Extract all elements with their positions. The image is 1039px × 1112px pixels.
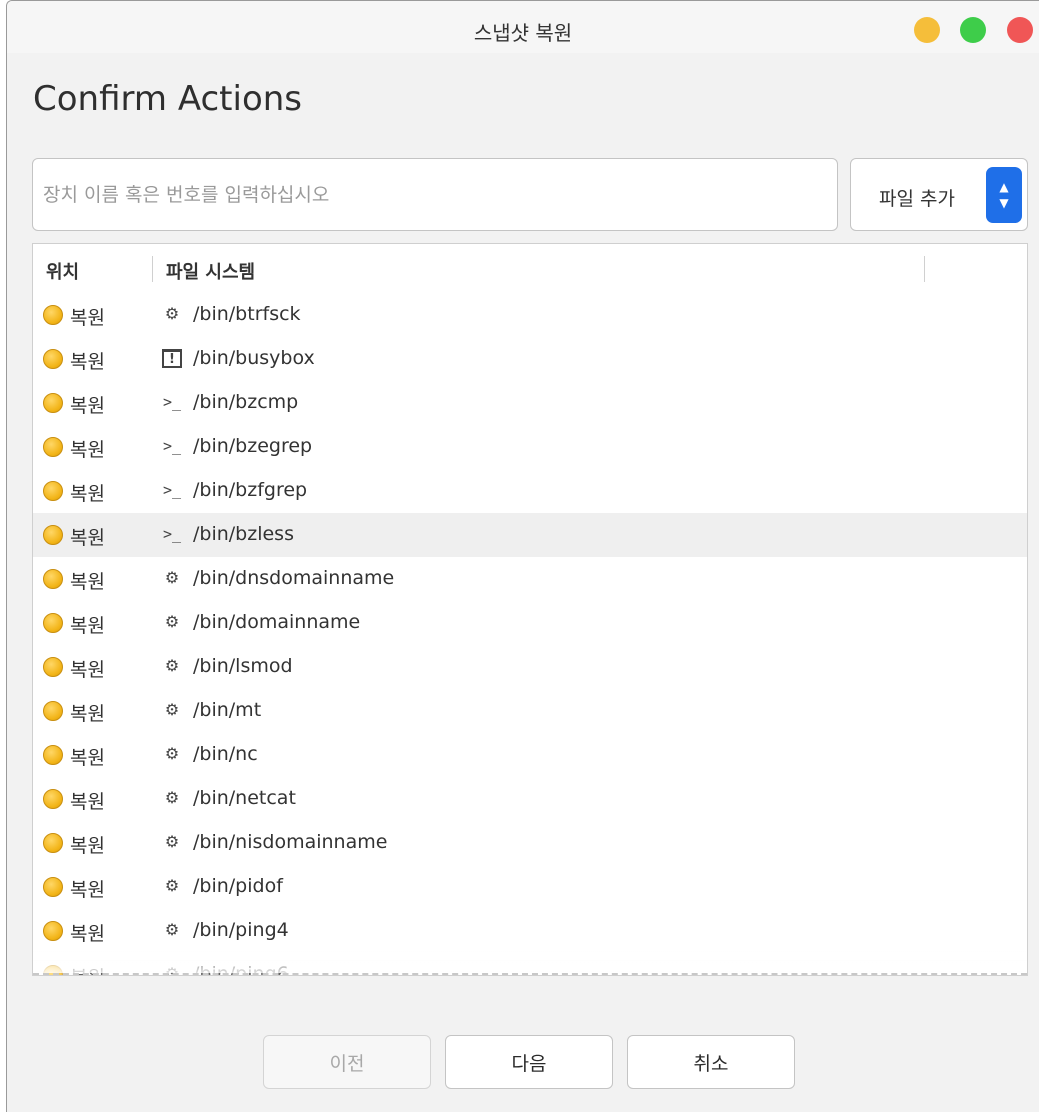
row-status: 복원	[70, 307, 105, 329]
table-row[interactable]: 복원 ⚙ /bin/nisdomainname	[33, 821, 1027, 865]
row-status: 복원	[70, 703, 105, 725]
terminal-icon: >_	[162, 393, 182, 411]
column-header-filesystem[interactable]: 파일 시스템	[166, 258, 255, 284]
row-status: 복원	[70, 615, 105, 637]
status-dot-icon	[43, 349, 63, 369]
add-file-label: 파일 추가	[879, 188, 955, 210]
status-dot-icon	[43, 833, 63, 853]
table-row[interactable]: 복원 ⚙ /bin/btrfsck	[33, 293, 1027, 337]
status-dot-icon	[43, 657, 63, 677]
status-dot-icon	[43, 525, 63, 545]
table-row[interactable]: 복원 ⚙ /bin/netcat	[33, 777, 1027, 821]
status-dot-icon	[43, 437, 63, 457]
warning-icon: !	[160, 345, 184, 371]
status-dot-icon	[43, 305, 63, 325]
gears-icon: ⚙	[164, 788, 180, 807]
gears-icon: ⚙	[164, 656, 180, 675]
table-row[interactable]: 복원 >_ /bin/bzcmp	[33, 381, 1027, 425]
table-row[interactable]: 복원 ⚙ /bin/pidof	[33, 865, 1027, 909]
row-status: 복원	[70, 351, 105, 373]
titlebar[interactable]: 스냅샷 복원	[7, 1, 1039, 53]
row-path: /bin/lsmod	[193, 655, 293, 677]
column-header-location[interactable]: 위치	[46, 258, 79, 284]
row-status: 복원	[70, 923, 105, 945]
table-row[interactable]: 복원 >_ /bin/bzegrep	[33, 425, 1027, 469]
row-path: /bin/busybox	[193, 347, 315, 369]
table-row[interactable]: 복원! /bin/busybox	[33, 337, 1027, 381]
row-path: /bin/bzless	[193, 523, 294, 545]
gears-icon: ⚙	[164, 612, 180, 631]
gears-icon: ⚙	[164, 832, 180, 851]
close-button[interactable]	[1007, 17, 1033, 43]
terminal-icon: >_	[162, 481, 182, 499]
row-status: 복원	[70, 439, 105, 461]
chevron-up-icon: ▲	[999, 180, 1009, 194]
row-path: /bin/bzfgrep	[193, 479, 308, 501]
status-dot-icon	[43, 921, 63, 941]
status-dot-icon	[43, 789, 63, 809]
maximize-button[interactable]	[960, 17, 986, 43]
row-path: /bin/btrfsck	[193, 303, 301, 325]
row-path: /bin/bzcmp	[193, 391, 299, 413]
column-divider	[924, 256, 925, 282]
next-button[interactable]: 다음	[445, 1035, 613, 1089]
chevron-down-icon: ▼	[999, 196, 1009, 210]
column-divider	[152, 256, 153, 282]
table-row[interactable]: 복원 ⚙ /bin/dnsdomainname	[33, 557, 1027, 601]
status-dot-icon	[43, 481, 63, 501]
row-path: /bin/netcat	[193, 787, 296, 809]
spinner-icon[interactable]: ▲ ▼	[986, 167, 1022, 223]
add-file-dropdown[interactable]: 파일 추가 ▲ ▼	[850, 158, 1028, 231]
row-path: /bin/nisdomainname	[193, 831, 388, 853]
row-path: /bin/pidof	[193, 875, 283, 897]
row-path: /bin/mt	[193, 699, 262, 721]
table-row[interactable]: 복원 ⚙ /bin/ping4	[33, 909, 1027, 953]
row-path: /bin/nc	[193, 743, 258, 765]
row-status: 복원	[70, 791, 105, 813]
page-title: Confirm Actions	[33, 79, 303, 119]
gears-icon: ⚙	[164, 304, 180, 323]
table-body: 복원 ⚙ /bin/btrfsck 복원! /bin/busybox 복원 >_ /bin/b…	[33, 293, 1027, 975]
cancel-button[interactable]: 취소	[627, 1035, 795, 1089]
status-dot-icon	[43, 393, 63, 413]
status-dot-icon	[43, 877, 63, 897]
row-status: 복원	[70, 747, 105, 769]
restore-snapshot-window: 스냅샷 복원 Confirm Actions 파일 추가 ▲ ▼ 위치 파일 시…	[6, 0, 1039, 1112]
row-status: 복원	[70, 835, 105, 857]
terminal-icon: >_	[162, 437, 182, 455]
window-title: 스냅샷 복원	[473, 21, 573, 45]
gears-icon: ⚙	[164, 568, 180, 587]
actions-table[interactable]: 위치 파일 시스템 복원 ⚙ /bin/btrfsck 복원! /bin/busybox…	[32, 243, 1028, 976]
row-status: 복원	[70, 527, 105, 549]
minimize-button[interactable]	[914, 17, 940, 43]
table-row[interactable]: 복원 >_ /bin/bzfgrep	[33, 469, 1027, 513]
row-status: 복원	[70, 659, 105, 681]
row-status: 복원	[70, 395, 105, 417]
table-header: 위치 파일 시스템	[33, 244, 1027, 292]
table-row[interactable]: 복원 ⚙ /bin/mt	[33, 689, 1027, 733]
row-path: /bin/bzegrep	[193, 435, 313, 457]
previous-button[interactable]: 이전	[263, 1035, 431, 1089]
status-dot-icon	[43, 745, 63, 765]
table-row[interactable]: 복원 ⚙ /bin/lsmod	[33, 645, 1027, 689]
status-dot-icon	[43, 701, 63, 721]
row-path: /bin/dnsdomainname	[193, 567, 395, 589]
scroll-fade	[33, 951, 1027, 975]
row-status: 복원	[70, 483, 105, 505]
table-row[interactable]: 복원 ⚙ /bin/domainname	[33, 601, 1027, 645]
gears-icon: ⚙	[164, 700, 180, 719]
gears-icon: ⚙	[164, 920, 180, 939]
status-dot-icon	[43, 569, 63, 589]
row-status: 복원	[70, 879, 105, 901]
table-row[interactable]: 복원 ⚙ /bin/nc	[33, 733, 1027, 777]
row-path: /bin/ping4	[193, 919, 289, 941]
gears-icon: ⚙	[164, 744, 180, 763]
row-path: /bin/domainname	[193, 611, 361, 633]
search-input[interactable]	[32, 158, 838, 231]
table-row[interactable]: 복원 >_ /bin/bzless	[33, 513, 1027, 557]
status-dot-icon	[43, 613, 63, 633]
gears-icon: ⚙	[164, 876, 180, 895]
terminal-icon: >_	[162, 525, 182, 543]
row-status: 복원	[70, 571, 105, 593]
